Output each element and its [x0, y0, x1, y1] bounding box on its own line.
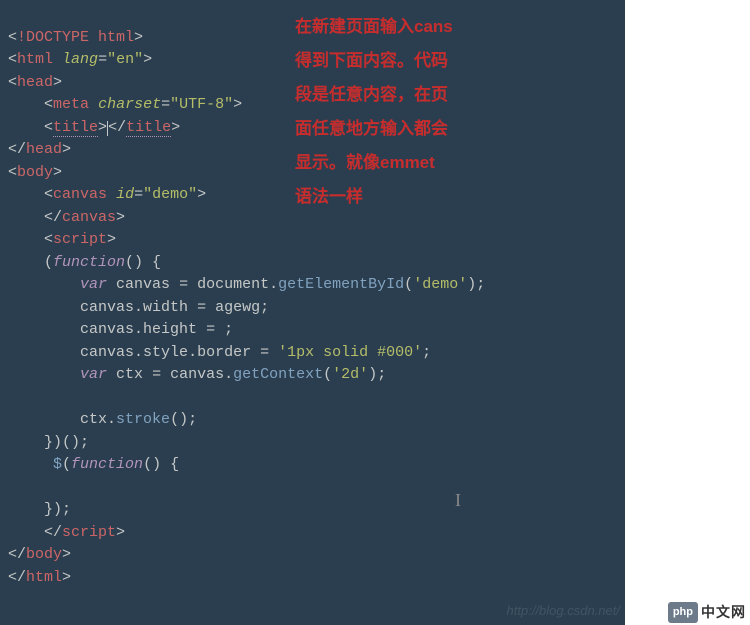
- canvas-open: canvas: [53, 186, 107, 203]
- jquery-dollar: $: [53, 456, 62, 473]
- annotation-line-5: 显示。就像emmet: [295, 146, 495, 180]
- annotation-line-4: 面任意地方输入都会: [295, 112, 495, 146]
- canvas-close: canvas: [62, 209, 116, 226]
- title-open: title: [53, 119, 98, 137]
- id-attr: id: [116, 186, 134, 203]
- demo-string: 'demo': [413, 276, 467, 293]
- charset-value: "UTF-8": [170, 96, 233, 113]
- watermark-text: http://blog.csdn.net/: [507, 601, 620, 621]
- function-keyword-2: function: [71, 456, 143, 473]
- i-beam-cursor-icon: I: [455, 487, 461, 514]
- canvas-var-5: canvas: [170, 366, 224, 383]
- border-prop: border: [197, 344, 251, 361]
- annotation-line-3: 段是任意内容，在页: [295, 78, 495, 112]
- var-keyword-2: var: [80, 366, 107, 383]
- height-prop: height: [143, 321, 197, 338]
- title-close: title: [126, 119, 171, 137]
- lang-attr: lang: [62, 51, 98, 68]
- ctx-var-2: ctx: [80, 411, 107, 428]
- getelementbyid: getElementById: [278, 276, 404, 293]
- logo: php 中文网: [668, 602, 746, 623]
- id-value: "demo": [143, 186, 197, 203]
- html-close: html: [26, 569, 62, 586]
- body-open: body: [17, 164, 53, 181]
- script-open: script: [53, 231, 107, 248]
- body-close: body: [26, 546, 62, 563]
- text-cursor: [107, 121, 108, 136]
- head-open: head: [17, 74, 53, 91]
- border-value: '1px solid #000': [278, 344, 422, 361]
- annotation-line-6: 语法一样: [295, 180, 495, 214]
- ctx-var: ctx: [116, 366, 143, 383]
- charset-attr: charset: [98, 96, 161, 113]
- function-keyword: function: [53, 254, 125, 271]
- right-whitespace: [625, 0, 750, 625]
- canvas-var-2: canvas: [80, 299, 134, 316]
- html-open-tag: html: [17, 51, 53, 68]
- canvas-var: canvas: [116, 276, 170, 293]
- width-prop: width: [143, 299, 188, 316]
- agewg-var: agewg: [215, 299, 260, 316]
- meta-tag: meta: [53, 96, 89, 113]
- doctype: !DOCTYPE html: [17, 29, 134, 46]
- var-keyword-1: var: [80, 276, 107, 293]
- canvas-var-4: canvas: [80, 344, 134, 361]
- lang-value: "en": [107, 51, 143, 68]
- stroke-fn: stroke: [116, 411, 170, 428]
- annotation-line-1: 在新建页面输入cans: [295, 10, 495, 44]
- annotation-text: 在新建页面输入cans 得到下面内容。代码 段是任意内容，在页 面任意地方输入都…: [295, 10, 495, 214]
- ctx2d-string: '2d': [332, 366, 368, 383]
- style-prop: style: [143, 344, 188, 361]
- head-close: head: [26, 141, 62, 158]
- getcontext: getContext: [233, 366, 323, 383]
- logo-text: 中文网: [701, 602, 746, 623]
- logo-badge: php: [668, 602, 698, 623]
- document-var: document: [197, 276, 269, 293]
- annotation-line-2: 得到下面内容。代码: [295, 44, 495, 78]
- script-close: script: [62, 524, 116, 541]
- canvas-var-3: canvas: [80, 321, 134, 338]
